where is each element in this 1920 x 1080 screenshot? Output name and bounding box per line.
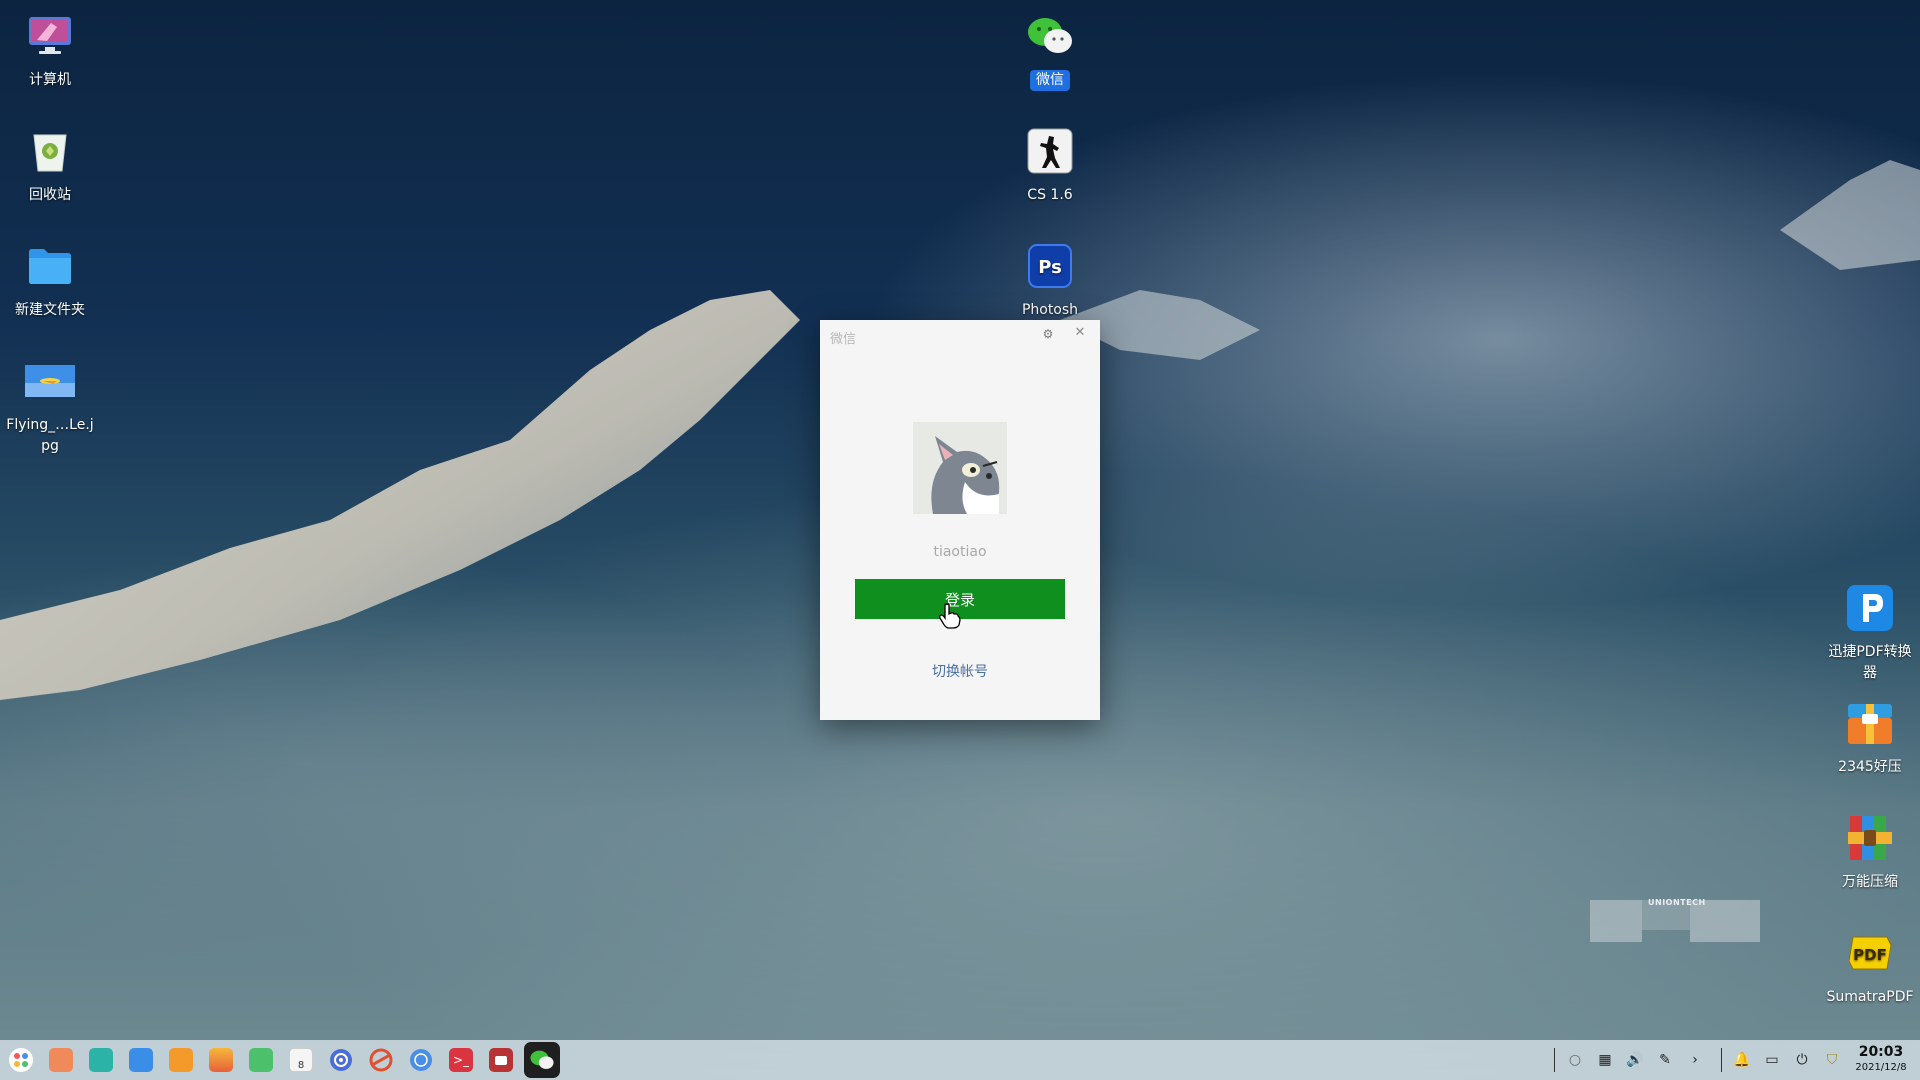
settings-gear-icon[interactable]: ⚙ — [1041, 327, 1055, 341]
taskbar-calendar[interactable]: 8 — [284, 1043, 318, 1077]
browser-icon — [369, 1048, 393, 1072]
hand-cursor-icon — [939, 603, 961, 629]
desktop-icon-cs16[interactable]: CS 1.6 — [1002, 125, 1098, 206]
watermark-text: UNIONTECH — [1648, 898, 1706, 907]
taskbar-browser[interactable] — [364, 1043, 398, 1077]
tray-separator — [1721, 1048, 1722, 1072]
keyboard-icon[interactable]: ▦ — [1593, 1048, 1617, 1072]
desktop-icon-label: Photosh — [1021, 302, 1079, 318]
desktop-icon-label: 计算机 — [29, 72, 71, 88]
power-icon[interactable]: ⏻ — [1790, 1048, 1814, 1072]
taskbar-music[interactable] — [244, 1043, 278, 1077]
launcher-icon — [9, 1048, 33, 1072]
photoshop-icon: Ps — [1024, 240, 1076, 292]
counter-strike-icon — [1024, 125, 1076, 177]
network-icon — [410, 1049, 432, 1071]
avatar — [913, 422, 1007, 514]
desktop-icon-label: 回收站 — [29, 187, 71, 203]
desktop-icon-image-file[interactable]: Flying_…Le.jpg — [2, 355, 98, 457]
desktop-icon-wanneng-zip[interactable]: 万能压缩 — [1822, 812, 1918, 893]
image-icon — [24, 355, 76, 407]
svg-text:PDF: PDF — [1853, 946, 1887, 964]
taskbar-settings[interactable] — [324, 1043, 358, 1077]
desktop-icon-label: 新建文件夹 — [15, 302, 85, 318]
switch-account-link[interactable]: 切换帐号 — [820, 661, 1100, 681]
desktop-icon-label: 万能压缩 — [1842, 874, 1898, 890]
desktop-icon-trash[interactable]: 回收站 — [2, 125, 98, 206]
clock-time: 20:03 — [1858, 1044, 1904, 1060]
terminal-icon: >_ — [449, 1048, 473, 1072]
file-manager-icon — [89, 1048, 113, 1072]
desktop-icon-label: SumatraPDF — [1826, 989, 1914, 1005]
desktop-icon-label: 2345好压 — [1838, 759, 1902, 775]
volume-icon[interactable]: 🔊 — [1623, 1048, 1647, 1072]
desktop-icon-label: CS 1.6 — [1027, 187, 1073, 203]
dialog-title: 微信 — [830, 332, 857, 347]
close-icon[interactable]: ✕ — [1073, 326, 1087, 340]
pdf-converter-icon — [1844, 582, 1896, 634]
app-store-icon — [129, 1048, 153, 1072]
desktop-icon-label: 微信 — [1030, 70, 1070, 91]
security-shield-icon[interactable]: ⛉ — [1820, 1048, 1844, 1072]
computer-icon — [24, 10, 76, 62]
archive-icon — [1844, 697, 1896, 749]
chevron-right-icon[interactable]: › — [1683, 1048, 1707, 1072]
screen-recorder-icon — [489, 1048, 513, 1072]
wechat-icon — [530, 1050, 554, 1069]
username-label: tiaotiao — [933, 544, 987, 560]
grid-app-icon — [169, 1048, 193, 1072]
trash-icon — [24, 125, 76, 177]
calendar-icon: 8 — [289, 1048, 313, 1072]
card-icon[interactable]: ▭ — [1760, 1048, 1784, 1072]
taskbar-wechat[interactable] — [524, 1042, 560, 1078]
taskbar-terminal[interactable]: >_ — [444, 1043, 478, 1077]
multitask-icon — [49, 1048, 73, 1072]
desktop-icon-label: 迅捷PDF转换器 — [1828, 644, 1912, 681]
archive-icon — [1844, 812, 1896, 864]
clock-date: 2021/12/8 — [1855, 1062, 1907, 1073]
taskbar-network[interactable] — [404, 1043, 438, 1077]
desktop-icon-label: Flying_…Le.jpg — [6, 417, 94, 454]
clock[interactable]: 20:03 2021/12/8 — [1848, 1043, 1914, 1074]
taskbar-launcher[interactable] — [4, 1043, 38, 1077]
desktop-icon-new-folder[interactable]: 新建文件夹 — [2, 240, 98, 321]
system-tray: ○ ▦ 🔊 ✎ › 🔔 ▭ ⏻ ⛉ — [1546, 1040, 1850, 1080]
wechat-icon — [1024, 10, 1076, 62]
taskbar: 8 >_ ○ ▦ 🔊 ✎ › 🔔 ▭ ⏻ ⛉ 20:03 2021/12/8 — [0, 1040, 1920, 1080]
tray-separator — [1554, 1048, 1555, 1072]
pen-icon[interactable]: ✎ — [1653, 1048, 1677, 1072]
taskbar-calendar-grid[interactable] — [164, 1043, 198, 1077]
music-icon — [249, 1048, 273, 1072]
taskbar-file-manager[interactable] — [84, 1043, 118, 1077]
desktop-icon-wechat[interactable]: 微信 — [1002, 10, 1098, 91]
notification-bell-icon[interactable]: 🔔 — [1730, 1048, 1754, 1072]
desktop-icon-haozip[interactable]: 2345好压 — [1822, 697, 1918, 778]
desktop-icon-computer[interactable]: 计算机 — [2, 10, 98, 91]
gear-icon — [330, 1049, 352, 1071]
taskbar-multitask[interactable] — [44, 1043, 78, 1077]
taskbar-app-store[interactable] — [124, 1043, 158, 1077]
desktop-icon-xunjie-pdf[interactable]: 迅捷PDF转换器 — [1822, 582, 1918, 684]
circle-indicator-icon[interactable]: ○ — [1563, 1048, 1587, 1072]
sumatra-pdf-icon: PDF — [1844, 927, 1896, 979]
desktop-icon-sumatra[interactable]: PDF SumatraPDF — [1822, 927, 1918, 1008]
taskbar-image-viewer[interactable] — [204, 1043, 238, 1077]
calendar-day: 8 — [297, 1060, 305, 1071]
image-viewer-icon — [209, 1048, 233, 1072]
folder-icon — [24, 240, 76, 292]
wechat-login-dialog: 微信 ⚙ ✕ tiaotiao 登录 切换帐号 — [820, 320, 1100, 720]
taskbar-screen-recorder[interactable] — [484, 1043, 518, 1077]
svg-text:Ps: Ps — [1038, 257, 1062, 278]
desktop-icon-photoshop[interactable]: Ps Photosh — [1002, 240, 1098, 321]
